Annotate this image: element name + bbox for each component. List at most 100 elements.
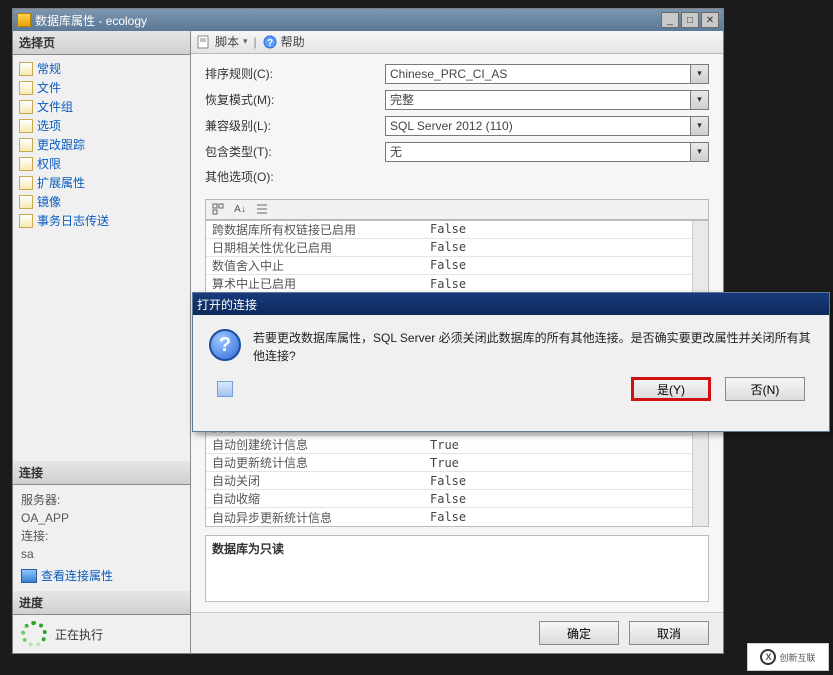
modal-buttons: 是(Y) 否(N) [193,375,829,415]
options-form: 排序规则(C): Chinese_PRC_CI_AS▾ 恢复模式(M): 完整▾… [191,54,723,195]
nav-item-files[interactable]: 文件 [17,78,186,97]
view-connection-link[interactable]: 查看连接属性 [21,567,182,585]
conn-value: sa [21,545,182,563]
grid-toolbar: A↓ [205,199,709,220]
grid-value[interactable]: False [424,222,692,236]
chevron-down-icon[interactable]: ▾ [690,91,708,109]
options-grid-top[interactable]: 跨数据库所有权链接已启用False 日期相关性优化已启用False 数值舍入中止… [205,220,709,294]
grid-name: 算术中止已启用 [206,275,424,292]
select-page-header: 选择页 [13,31,190,55]
window-titlebar[interactable]: 数据库属性 - ecology _ □ ✕ [13,9,723,31]
page-icon [19,195,33,209]
ok-button[interactable]: 确定 [539,621,619,645]
window-title: 数据库属性 - ecology [35,12,147,29]
spinner-icon [21,621,47,647]
maximize-button[interactable]: □ [681,12,699,28]
page-icon [19,138,33,152]
grid-name: 数值舍入中止 [206,257,424,274]
conn-label: 连接: [21,527,182,545]
readonly-description: 数据库为只读 [205,535,709,602]
grid-value[interactable]: True [424,456,692,470]
modal-titlebar[interactable]: 打开的连接 [193,293,829,315]
collation-combo[interactable]: Chinese_PRC_CI_AS▾ [385,64,709,84]
list-button[interactable] [254,201,270,217]
grid-name: 日期相关性优化已启用 [206,239,424,256]
modal-message: 若要更改数据库属性，SQL Server 必须关闭此数据库的所有其他连接。是否确… [253,329,813,365]
nav-item-logshipping[interactable]: 事务日志传送 [17,211,186,230]
other-label: 其他选项(O): [205,168,385,185]
modal-title: 打开的连接 [197,296,257,313]
progress-header: 进度 [13,591,190,615]
progress-text: 正在执行 [55,626,103,643]
server-value: OA_APP [21,509,182,527]
connection-header: 连接 [13,461,190,485]
grid-value[interactable]: False [424,510,692,524]
nav-item-changetracking[interactable]: 更改跟踪 [17,135,186,154]
page-icon [19,62,33,76]
recovery-label: 恢复模式(M): [205,91,385,108]
grid-name: 跨数据库所有权链接已启用 [206,221,424,238]
alphabetical-button[interactable]: A↓ [232,201,248,217]
categorized-button[interactable] [210,201,226,217]
collation-label: 排序规则(C): [205,65,385,82]
close-button[interactable]: ✕ [701,12,719,28]
page-icon [19,81,33,95]
grid-name: 自动关闭 [206,472,424,489]
svg-text:?: ? [267,38,273,49]
grid-name: 自动创建统计信息 [206,436,424,453]
page-icon [19,157,33,171]
chevron-down-icon[interactable]: ▾ [690,143,708,161]
help-button[interactable]: 帮助 [281,33,305,50]
grid-scrollbar[interactable] [692,221,708,293]
readonly-label: 数据库为只读 [212,542,284,556]
nav-item-extended[interactable]: 扩展属性 [17,173,186,192]
compat-combo[interactable]: SQL Server 2012 (110)▾ [385,116,709,136]
grid-name: 自动异步更新统计信息 [206,509,424,526]
logo-text: 创新互联 [779,651,815,664]
nav-list: 常规 文件 文件组 选项 更改跟踪 权限 扩展属性 镜像 事务日志传送 [13,55,190,234]
page-icon [19,214,33,228]
main-toolbar: 脚本 ▾ | ? 帮助 [191,31,723,54]
grid-value[interactable]: False [424,240,692,254]
script-button[interactable]: 脚本 [215,33,239,50]
grid-value[interactable]: False [424,258,692,272]
chevron-down-icon[interactable]: ▾ [690,65,708,83]
connection-section: 服务器: OA_APP 连接: sa 查看连接属性 [13,485,190,591]
server-label: 服务器: [21,491,182,509]
chevron-down-icon[interactable]: ▾ [690,117,708,135]
copy-icon[interactable] [217,381,233,397]
containment-combo[interactable]: 无▾ [385,142,709,162]
grid-value[interactable]: True [424,438,692,452]
nav-item-options[interactable]: 选项 [17,116,186,135]
connection-icon [21,569,37,583]
nav-item-mirror[interactable]: 镜像 [17,192,186,211]
page-icon [19,176,33,190]
page-icon [19,119,33,133]
page-icon [19,100,33,114]
grid-name: 自动收缩 [206,490,424,507]
question-icon: ? [209,329,241,361]
grid-value[interactable]: False [424,277,692,291]
dialog-buttons: 确定 取消 [191,612,723,653]
sidebar: 选择页 常规 文件 文件组 选项 更改跟踪 权限 扩展属性 镜像 事务日志传送 … [13,31,191,653]
nav-item-filegroups[interactable]: 文件组 [17,97,186,116]
no-button[interactable]: 否(N) [725,377,805,401]
containment-label: 包含类型(T): [205,143,385,160]
nav-item-general[interactable]: 常规 [17,59,186,78]
help-icon: ? [263,35,277,49]
yes-button[interactable]: 是(Y) [631,377,711,401]
cancel-button[interactable]: 取消 [629,621,709,645]
minimize-button[interactable]: _ [661,12,679,28]
grid-name: 自动更新统计信息 [206,454,424,471]
grid-value[interactable]: False [424,492,692,506]
grid-value[interactable]: False [424,474,692,488]
progress-section: 正在执行 [13,615,190,653]
modal-body: ? 若要更改数据库属性，SQL Server 必须关闭此数据库的所有其他连接。是… [193,315,829,375]
recovery-combo[interactable]: 完整▾ [385,90,709,110]
options-grid-bottom[interactable]: 自动 自动创建统计信息True 自动更新统计信息True 自动关闭False 自… [205,417,709,527]
grid-scrollbar[interactable] [692,418,708,526]
compat-label: 兼容级别(L): [205,117,385,134]
nav-item-permissions[interactable]: 权限 [17,154,186,173]
db-icon [17,13,31,27]
watermark-logo: X 创新互联 [747,643,829,671]
